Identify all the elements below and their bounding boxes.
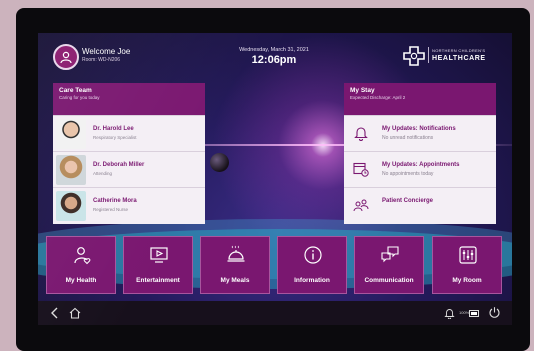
planet-decoration (210, 153, 229, 172)
tile-my-health[interactable]: My Health (46, 236, 116, 294)
info-icon (304, 246, 322, 264)
tile-label: Communication (364, 277, 414, 284)
member-role: Attending (93, 171, 113, 176)
appointments-status: No appointments today (382, 171, 434, 177)
power-icon[interactable] (488, 306, 501, 319)
tile-label: Information (294, 277, 330, 284)
battery-percent: 100% (459, 310, 470, 315)
tile-entertainment[interactable]: Entertainment (123, 236, 193, 294)
welcome-text: Welcome Joe (82, 47, 131, 56)
care-team-panel: Care Team Caring for you today Dr. Harol… (53, 83, 205, 224)
doctor-photo (56, 119, 86, 149)
member-name: Dr. Deborah Miller (93, 162, 145, 168)
appointments-row[interactable]: My Updates: Appointments No appointments… (344, 151, 496, 187)
hospital-logo-icon (403, 46, 425, 66)
room-controls-icon (459, 246, 477, 264)
battery-icon (469, 310, 479, 317)
appointments-title: My Updates: Appointments (382, 162, 460, 168)
care-team-member[interactable]: Dr. Harold Lee Respiratory Specialist (53, 115, 205, 151)
tile-label: My Meals (220, 277, 250, 284)
member-role: Registered Nurse (93, 207, 129, 212)
header: Welcome Joe Room: WD-N206 Wednesday, Mar… (38, 33, 512, 77)
tile-label: Entertainment (136, 277, 180, 284)
avatar[interactable] (53, 44, 79, 70)
logo-divider (428, 47, 429, 63)
user-icon (60, 51, 72, 64)
room-number: Room: WD-N206 (82, 57, 121, 63)
home-icon[interactable] (68, 306, 82, 320)
doctor-photo (56, 155, 86, 185)
bottom-nav-bar: 100% (38, 301, 512, 325)
my-stay-header[interactable]: My Stay Expected Discharge: April 2 (344, 83, 496, 115)
concierge-row[interactable]: Patient Concierge (344, 187, 496, 223)
member-name: Dr. Harold Lee (93, 126, 134, 132)
member-name: Catherine Mora (93, 198, 137, 204)
care-team-title: Care Team (59, 87, 92, 94)
notification-bell-icon[interactable] (444, 307, 455, 319)
notifications-status: No unread notifications (382, 135, 434, 141)
concierge-title: Patient Concierge (382, 198, 434, 204)
care-team-subtitle: Caring for you today (59, 95, 100, 100)
discharge-date: Expected Discharge: April 2 (350, 95, 406, 100)
brand-subtitle: NORTHERN CHILDREN'S (432, 48, 486, 53)
calendar-clock-icon (353, 162, 369, 177)
member-role: Respiratory Specialist (93, 135, 137, 140)
tile-information[interactable]: Information (277, 236, 347, 294)
brand-title: HEALTHCARE (432, 55, 486, 62)
my-stay-title: My Stay (350, 87, 375, 94)
care-team-header[interactable]: Care Team Caring for you today (53, 83, 205, 115)
back-arrow-icon[interactable] (48, 306, 62, 320)
chat-bubbles-icon (381, 246, 399, 263)
care-team-member[interactable]: Catherine Mora Registered Nurse (53, 187, 205, 223)
main-menu-tiles: My Health Entertainment My Meals Informa… (46, 236, 504, 294)
tile-my-room[interactable]: My Room (432, 236, 502, 294)
play-screen-icon (150, 247, 168, 263)
tile-label: My Room (452, 277, 482, 284)
meal-cloche-icon (227, 245, 245, 262)
tile-communication[interactable]: Communication (354, 236, 424, 294)
tablet-screen: Welcome Joe Room: WD-N206 Wednesday, Mar… (38, 33, 512, 325)
bell-icon (354, 127, 368, 141)
care-team-member[interactable]: Dr. Deborah Miller Attending (53, 151, 205, 187)
time-text: 12:06pm (251, 54, 297, 66)
person-heart-icon (74, 247, 91, 265)
my-stay-panel: My Stay Expected Discharge: April 2 My U… (344, 83, 496, 224)
tile-my-meals[interactable]: My Meals (200, 236, 270, 294)
notifications-row[interactable]: My Updates: Notifications No unread noti… (344, 115, 496, 151)
tile-label: My Health (65, 277, 97, 284)
concierge-people-icon (353, 199, 369, 212)
nurse-photo (56, 191, 86, 221)
notifications-title: My Updates: Notifications (382, 126, 456, 132)
date-text: Wednesday, March 31, 2021 (239, 47, 309, 53)
